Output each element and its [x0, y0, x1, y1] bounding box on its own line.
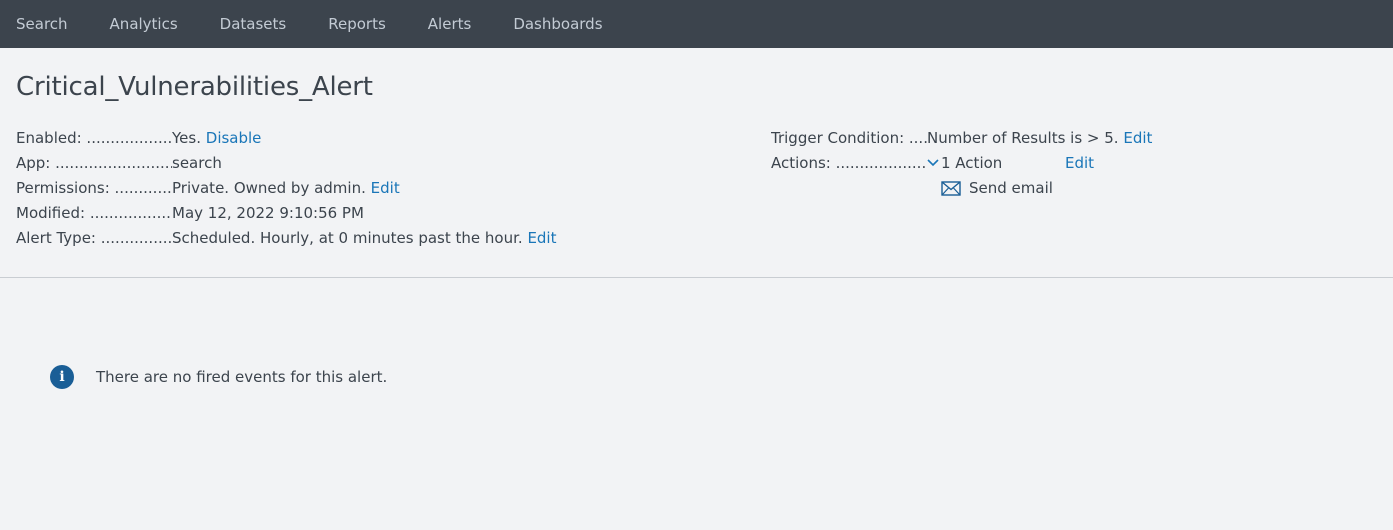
alert-type-edit-link[interactable]: Edit	[527, 226, 556, 251]
page-title: Critical_Vulnerabilities_Alert	[16, 72, 373, 102]
trigger-label: Trigger Condition: ..........	[771, 129, 927, 147]
actions-edit-link[interactable]: Edit	[1065, 151, 1094, 176]
nav-dashboards[interactable]: Dashboards	[513, 15, 602, 33]
chevron-down-icon[interactable]	[927, 151, 941, 176]
enabled-label: Enabled: ...............................…	[16, 129, 172, 147]
modified-row: Modified: ..............................…	[16, 201, 771, 226]
permissions-row: Permissions: ...........................…	[16, 176, 771, 201]
trigger-value: Number of Results is > 5.	[927, 129, 1119, 147]
alert-header: Critical_Vulnerabilities_Alert Enabled: …	[0, 48, 1393, 278]
nav-search[interactable]: Search	[16, 15, 68, 33]
app-label: App: ...................................…	[16, 154, 172, 172]
modified-label: Modified: ..............................…	[16, 204, 172, 222]
send-email-action: Send email	[771, 176, 1152, 201]
alert-type-row: Alert Type: ............................…	[16, 226, 771, 251]
alert-type-value: Scheduled. Hourly, at 0 minutes past the…	[172, 229, 523, 247]
modified-value: May 12, 2022 9:10:56 PM	[172, 204, 364, 222]
trigger-edit-link[interactable]: Edit	[1123, 126, 1152, 151]
nav-datasets[interactable]: Datasets	[220, 15, 287, 33]
nav-reports[interactable]: Reports	[328, 15, 386, 33]
send-email-label: Send email	[969, 179, 1053, 197]
nav-alerts[interactable]: Alerts	[428, 15, 472, 33]
actions-toggle[interactable]: 1 Action	[927, 151, 1065, 176]
details-left-column: Enabled: ...............................…	[16, 126, 771, 251]
no-fired-events-message: i There are no fired events for this ale…	[50, 365, 387, 389]
permissions-label: Permissions: ...........................…	[16, 179, 172, 197]
permissions-value: Private. Owned by admin.	[172, 179, 366, 197]
action-count: 1 Action	[941, 154, 1003, 172]
info-icon: i	[50, 365, 74, 389]
app-value: search	[172, 154, 222, 172]
nav-analytics[interactable]: Analytics	[110, 15, 178, 33]
actions-label: Actions: ...............................…	[771, 154, 927, 172]
top-navigation: Search Analytics Datasets Reports Alerts…	[0, 0, 1393, 48]
details-right-column: Trigger Condition: .......... Number of …	[771, 126, 1152, 251]
no-fired-events-text: There are no fired events for this alert…	[96, 368, 388, 386]
actions-row: Actions: ...............................…	[771, 151, 1152, 176]
permissions-edit-link[interactable]: Edit	[371, 176, 400, 201]
alert-type-label: Alert Type: ............................…	[16, 229, 172, 247]
enabled-row: Enabled: ...............................…	[16, 126, 771, 151]
alert-details: Enabled: ...............................…	[16, 126, 1377, 251]
enabled-value: Yes.	[172, 129, 201, 147]
app-row: App: ...................................…	[16, 151, 771, 176]
disable-link[interactable]: Disable	[206, 126, 262, 151]
envelope-icon	[941, 181, 961, 196]
trigger-row: Trigger Condition: .......... Number of …	[771, 126, 1152, 151]
